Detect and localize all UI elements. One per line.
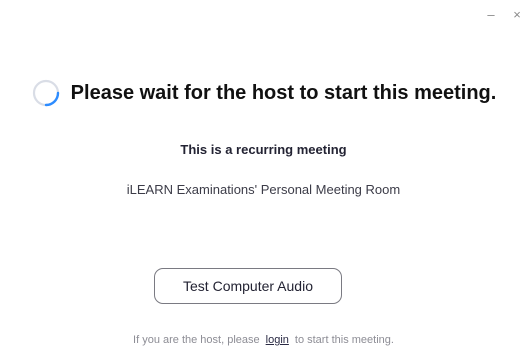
recurring-meeting-label: This is a recurring meeting bbox=[180, 142, 347, 157]
window-controls: – × bbox=[485, 8, 523, 22]
waiting-room-window: – × Please wait for the host to start th… bbox=[0, 0, 527, 352]
login-link[interactable]: login bbox=[266, 334, 289, 346]
meeting-room-name: iLEARN Examinations' Personal Meeting Ro… bbox=[126, 182, 401, 197]
loading-spinner-icon bbox=[32, 79, 59, 107]
waiting-header: Please wait for the host to start this m… bbox=[0, 78, 527, 108]
test-computer-audio-button[interactable]: Test Computer Audio bbox=[154, 268, 342, 304]
host-login-prefix: If you are the host, please bbox=[133, 334, 260, 346]
close-button[interactable]: × bbox=[511, 8, 523, 22]
host-login-suffix: to start this meeting. bbox=[294, 334, 394, 346]
minimize-button[interactable]: – bbox=[485, 8, 497, 22]
host-login-hint: If you are the host, please login to start… bbox=[0, 334, 527, 346]
page-title: Please wait for the host to start this m… bbox=[70, 81, 497, 104]
